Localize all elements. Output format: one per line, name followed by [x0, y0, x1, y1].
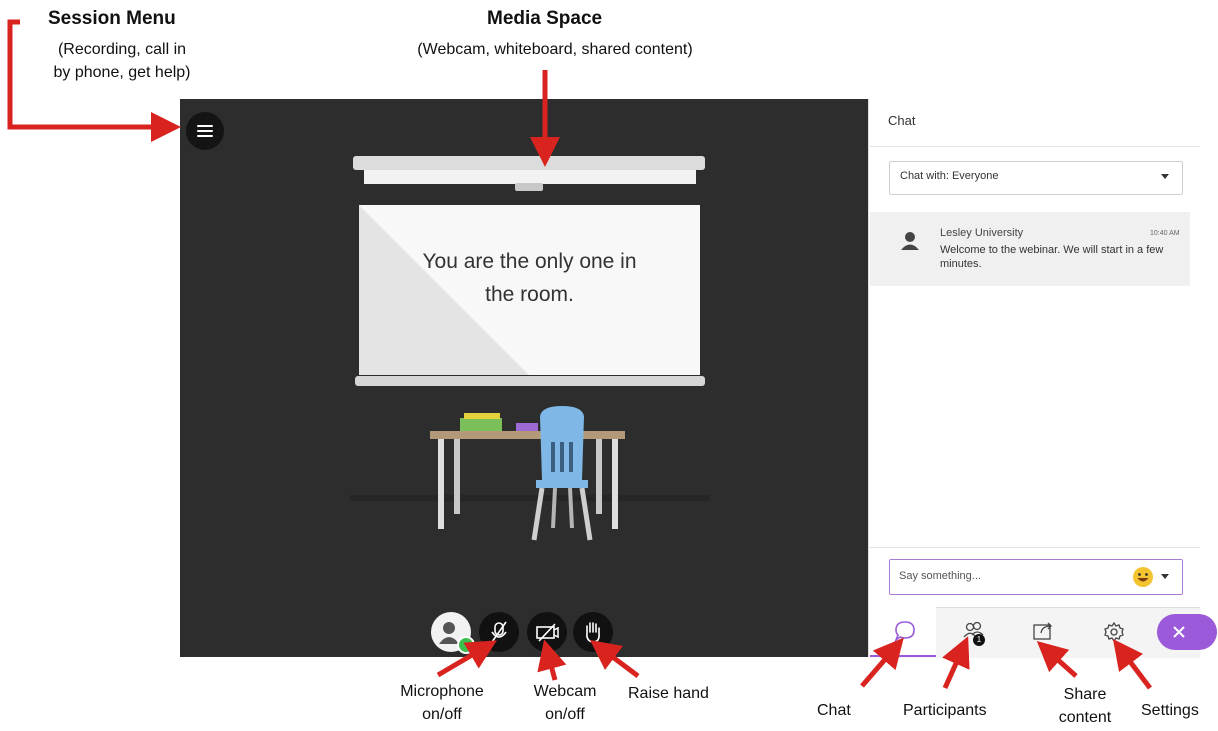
- annotation-arrows: [7, 19, 1152, 690]
